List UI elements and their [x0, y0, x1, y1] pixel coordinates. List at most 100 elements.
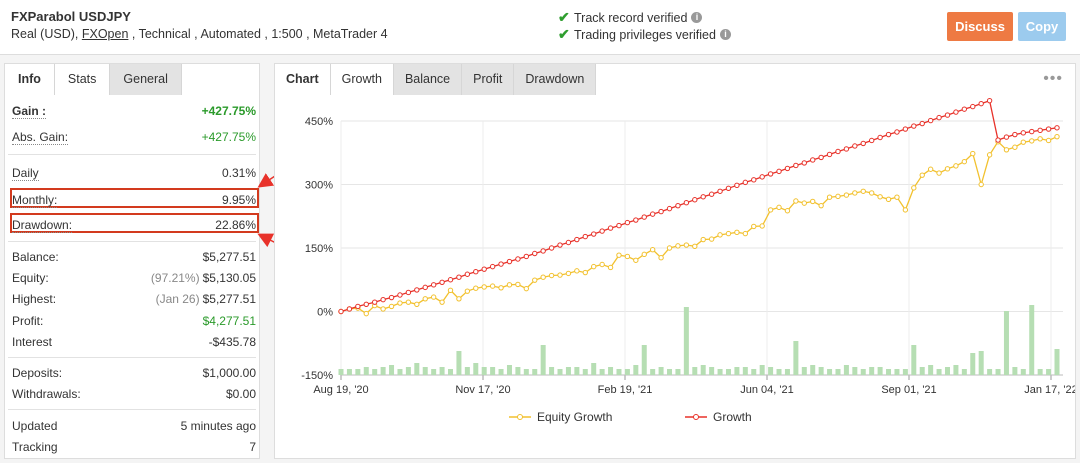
- volume-bar: [784, 369, 790, 375]
- volume-bar: [515, 367, 521, 375]
- x-tick-label: Jan 17, '22: [1024, 384, 1075, 396]
- stat-label: Drawdown:: [12, 217, 73, 233]
- growth-point: [506, 258, 513, 265]
- equity-growth-point: [464, 288, 471, 294]
- equity-growth-point: [1045, 137, 1052, 144]
- volume-bar: [953, 365, 959, 375]
- growth-point: [818, 154, 824, 161]
- growth-point: [978, 100, 984, 107]
- trading-privileges-verified: ✔ Trading privileges verified i: [558, 26, 731, 43]
- legend-label: Equity Growth: [537, 410, 613, 424]
- tab-info[interactable]: Info: [5, 64, 55, 95]
- volume-bar: [700, 365, 706, 375]
- growth-point: [751, 177, 757, 183]
- equity-growth-point: [380, 306, 386, 312]
- growth-point: [885, 131, 892, 138]
- volume-bar: [456, 351, 462, 375]
- volume-bar: [818, 367, 824, 375]
- stat-drawdown: Drawdown: 22.86%: [12, 216, 256, 234]
- y-tick-label: -150%: [301, 370, 333, 382]
- info-icon[interactable]: i: [691, 12, 703, 23]
- stat-value: 7: [249, 440, 256, 454]
- volume-bar: [928, 365, 934, 375]
- equity-growth-point: [397, 300, 403, 306]
- growth-point: [692, 197, 698, 203]
- volume-bar: [599, 369, 605, 375]
- volume-bar: [902, 369, 908, 375]
- growth-point: [649, 211, 656, 217]
- stat-value: $4,277.51: [202, 314, 256, 328]
- growth-point: [877, 134, 883, 141]
- stat-highest: Highest: (Jan 26) $5,277.51: [12, 290, 256, 308]
- volume-bar: [523, 369, 529, 375]
- stat-value: -$435.78: [208, 335, 256, 349]
- chart-panel: Chart Growth Balance Profit Drawdown •••…: [274, 63, 1076, 459]
- volume-bar: [346, 369, 352, 375]
- equity-growth-point: [439, 299, 445, 305]
- equity-growth-point: [414, 301, 420, 308]
- equity-growth-point: [624, 253, 631, 260]
- growth-point: [666, 205, 673, 212]
- growth-point: [1029, 128, 1035, 135]
- stat-equity: Equity: (97.21%) $5,130.05: [12, 269, 256, 287]
- growth-point: [498, 261, 504, 267]
- growth-point: [346, 306, 353, 312]
- equity-growth-point: [548, 272, 555, 279]
- volume-bar: [768, 367, 774, 375]
- verified-label: Track record verified: [574, 10, 688, 25]
- y-tick-label: 150%: [305, 243, 333, 255]
- growth-point: [936, 114, 942, 121]
- equity-growth-point: [599, 261, 605, 268]
- volume-bar: [742, 367, 748, 375]
- equity-growth-point: [574, 268, 580, 274]
- legend-equity-growth[interactable]: Equity Growth: [509, 410, 612, 424]
- growth-point: [388, 294, 395, 301]
- volume-bar: [431, 369, 437, 375]
- stat-withdrawals: Withdrawals: $0.00: [12, 385, 256, 403]
- growth-point: [422, 284, 428, 291]
- volume-bar: [894, 369, 900, 375]
- growth-point: [894, 129, 900, 135]
- copy-button[interactable]: Copy: [1018, 12, 1066, 41]
- volume-bar: [389, 365, 395, 375]
- stat-label: Tracking: [12, 440, 58, 454]
- growth-point: [557, 242, 563, 248]
- equity-growth-point: [767, 207, 774, 213]
- growth-point: [515, 256, 521, 262]
- equity-growth-point: [751, 223, 757, 230]
- volume-bar: [1012, 367, 1018, 375]
- volume-bar: [961, 369, 967, 375]
- check-icon: ✔: [558, 9, 570, 25]
- growth-point: [717, 188, 723, 194]
- growth-point: [742, 179, 749, 186]
- volume-bar: [936, 369, 942, 375]
- broker-link[interactable]: FXOpen: [82, 27, 129, 41]
- stat-note: (Jan 26): [155, 292, 200, 306]
- growth-point: [944, 112, 951, 118]
- stat-label: Equity:: [12, 271, 49, 285]
- legend-growth[interactable]: Growth: [685, 410, 752, 424]
- stat-value: $0.00: [225, 387, 256, 401]
- info-icon[interactable]: i: [719, 29, 731, 40]
- discuss-button[interactable]: Discuss: [947, 12, 1013, 41]
- equity-growth-point: [683, 242, 690, 248]
- stat-label: Updated: [12, 419, 58, 433]
- tab-general[interactable]: General: [110, 64, 182, 95]
- volume-bar: [498, 369, 504, 375]
- equity-growth-point: [742, 230, 749, 237]
- volume-bar: [372, 369, 378, 375]
- growth-point: [767, 171, 774, 177]
- subtitle-prefix: Real (USD),: [11, 27, 82, 41]
- equity-growth-point: [717, 232, 723, 238]
- equity-growth-point: [641, 251, 647, 258]
- subtitle-suffix: , Technical , Automated , 1:500 , MetaTr…: [128, 27, 388, 41]
- top-bar: FXParabol USDJPY Real (USD), FXOpen , Te…: [0, 0, 1080, 55]
- volume-bar: [869, 367, 875, 375]
- divider: [8, 357, 256, 358]
- equity-growth-point: [868, 190, 875, 196]
- stat-label: Deposits:: [12, 366, 63, 380]
- growth-point: [776, 168, 782, 175]
- equity-growth-point: [422, 296, 428, 302]
- volume-bar: [1046, 369, 1052, 375]
- tab-stats[interactable]: Stats: [54, 64, 111, 95]
